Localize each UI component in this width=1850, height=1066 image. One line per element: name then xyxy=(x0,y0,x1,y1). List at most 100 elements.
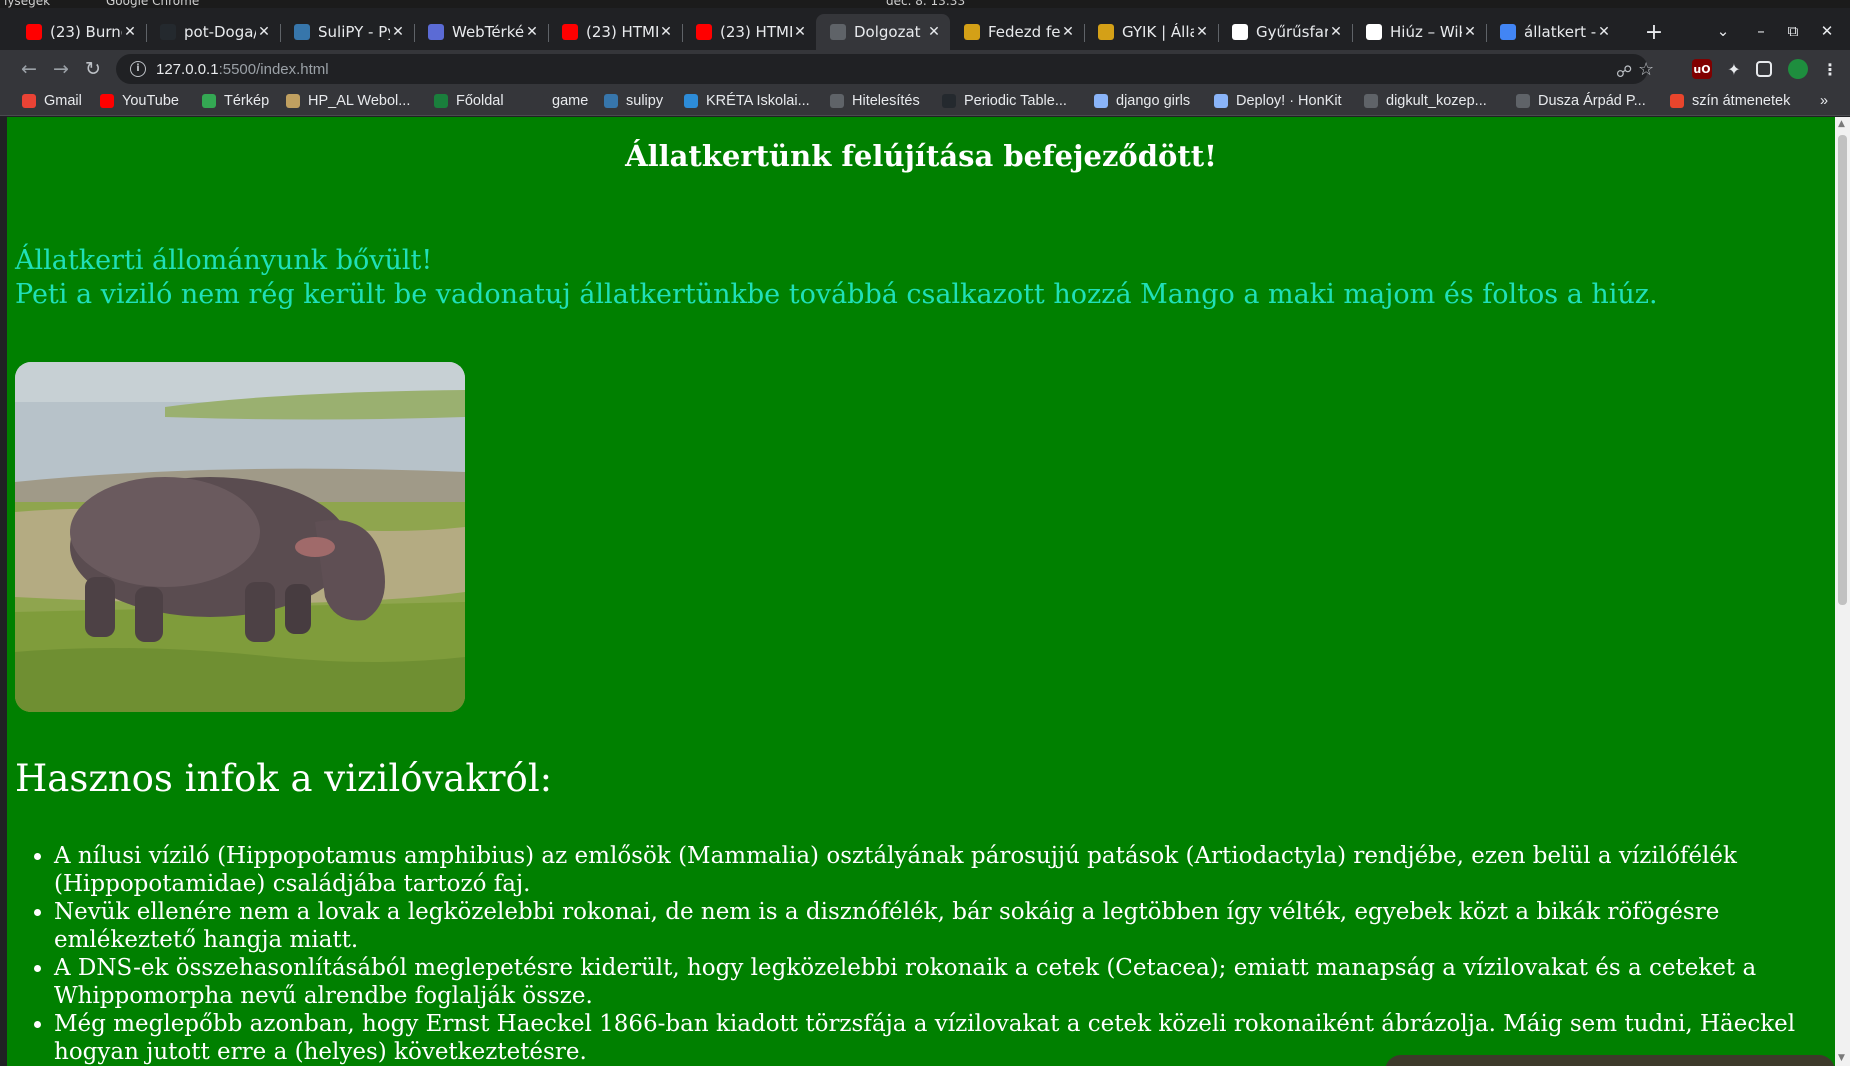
ublock-icon[interactable]: uO xyxy=(1692,59,1712,79)
tab-label: Fedezd fel xyxy=(988,23,1060,41)
reload-icon[interactable]: ↻ xyxy=(80,56,106,82)
bookmark-3[interactable]: HP_AL Webol... xyxy=(286,93,410,109)
bookmark-label: sulipy xyxy=(626,93,664,109)
youtube-icon xyxy=(100,94,114,108)
address-bar[interactable]: i 127.0.0.1:5500/index.html ☍ ☆ xyxy=(116,54,1654,84)
tab-separator xyxy=(682,24,683,42)
tab-label: pot-Doga/ xyxy=(184,23,256,41)
github-icon xyxy=(942,94,956,108)
tab-7[interactable]: Fedezd fel ✕ xyxy=(950,14,1084,50)
bookmark-7[interactable]: KRÉTA Iskolai... xyxy=(684,93,810,109)
facts-list: A nílusi víziló (Hippopotamus amphibius)… xyxy=(54,842,1829,1066)
scrollbar-thumb[interactable] xyxy=(1838,135,1847,605)
close-window-icon[interactable]: ✕ xyxy=(1812,22,1842,40)
tab-0[interactable]: (23) Burno ✕ xyxy=(12,14,146,50)
bookmark-label: Hitelesítés xyxy=(852,93,920,109)
bookmark-label: KRÉTA Iskolai... xyxy=(706,93,810,109)
bookmark-2[interactable]: Térkép xyxy=(202,93,269,109)
bookmark-label: Periodic Table... xyxy=(964,93,1067,109)
bookmark-4[interactable]: Főoldal xyxy=(434,93,504,109)
minimize-icon[interactable]: – xyxy=(1746,22,1776,40)
bookmark-label: Térkép xyxy=(224,93,270,109)
bookmark-12[interactable]: digkult_kozep... xyxy=(1364,93,1487,109)
bookmark-11[interactable]: Deploy! · HonKit xyxy=(1214,93,1342,109)
tab-8[interactable]: GYIK | Álla ✕ xyxy=(1084,14,1218,50)
site-info-icon[interactable]: i xyxy=(130,61,146,77)
bookmarks-overflow-icon[interactable]: » xyxy=(1820,93,1828,109)
tab-2[interactable]: SuliPY - Py ✕ xyxy=(280,14,414,50)
hippo-illustration xyxy=(15,362,465,712)
kreta-icon xyxy=(684,94,698,108)
close-icon[interactable]: ✕ xyxy=(524,24,540,40)
close-icon[interactable]: ✕ xyxy=(1194,24,1210,40)
tab-10[interactable]: Hiúz – Wik ✕ xyxy=(1352,14,1486,50)
extensions-icon[interactable]: ✦ xyxy=(1724,59,1744,79)
gmail-icon xyxy=(22,94,36,108)
bookmark-6[interactable]: sulipy xyxy=(604,93,663,109)
tab-9[interactable]: Gyűrűsfar ✕ xyxy=(1218,14,1352,50)
scroll-down-icon[interactable]: ▼ xyxy=(1838,1053,1845,1063)
close-icon[interactable]: ✕ xyxy=(256,24,272,40)
close-icon[interactable]: ✕ xyxy=(1462,24,1478,40)
forward-icon[interactable]: → xyxy=(48,56,74,82)
google-icon xyxy=(1500,24,1516,40)
tab-label: állatkert - xyxy=(1524,23,1596,41)
bookmark-8[interactable]: Hitelesítés xyxy=(830,93,920,109)
bookmark-10[interactable]: django girls xyxy=(1094,93,1190,109)
side-panel-icon[interactable] xyxy=(1756,61,1772,77)
intro-paragraph: Peti a viziló nem rég került be vadonatu… xyxy=(15,279,1658,310)
share-icon[interactable]: ☍ xyxy=(1616,62,1632,81)
tab-search-icon[interactable]: ⌄ xyxy=(1708,22,1738,40)
tab-3[interactable]: WebTérké ✕ xyxy=(414,14,548,50)
tab-label: (23) HTML xyxy=(586,23,658,41)
back-icon[interactable]: ← xyxy=(16,56,42,82)
news-subheading: Állatkerti állományunk bővült! xyxy=(15,245,433,276)
tab-11[interactable]: állatkert - ✕ xyxy=(1486,14,1620,50)
close-icon[interactable]: ✕ xyxy=(926,24,942,40)
tab-1[interactable]: pot-Doga/✕ xyxy=(146,14,280,50)
close-icon[interactable]: ✕ xyxy=(658,24,674,40)
profile-avatar-icon[interactable] xyxy=(1788,59,1808,79)
bookmark-0[interactable]: Gmail xyxy=(22,93,82,109)
close-icon[interactable]: ✕ xyxy=(792,24,808,40)
close-icon[interactable]: ✕ xyxy=(1060,24,1076,40)
page-scrollbar[interactable]: ▲ ▼ xyxy=(1835,117,1850,1066)
os-datetime: dec. 8. 13:33 xyxy=(886,0,966,8)
zoo-icon xyxy=(1098,24,1114,40)
youtube-icon xyxy=(696,24,712,40)
tab-label: (23) Burno xyxy=(50,23,122,41)
tab-label: Dolgozat xyxy=(854,23,921,41)
bookmark-5[interactable]: game xyxy=(530,93,588,109)
tab-separator xyxy=(1352,24,1353,42)
youtube-icon xyxy=(26,24,42,40)
bookmark-14[interactable]: szín átmenetek xyxy=(1670,93,1790,109)
web-page: Állatkertünk felújítása befejeződött! Ál… xyxy=(7,117,1835,1066)
restore-icon[interactable]: ⧉ xyxy=(1778,22,1808,40)
tab-6[interactable]: Dolgozat ✕ xyxy=(816,14,950,50)
scroll-up-icon[interactable]: ▲ xyxy=(1838,119,1845,129)
bookmark-13[interactable]: Dusza Árpád P... xyxy=(1516,93,1646,109)
globe-icon xyxy=(1364,94,1378,108)
new-tab-button[interactable]: + xyxy=(1640,20,1668,48)
bookmark-label: Gmail xyxy=(44,93,82,109)
tab-4[interactable]: (23) HTML ✕ xyxy=(548,14,682,50)
bookmark-1[interactable]: YouTube xyxy=(100,93,179,109)
menu-dots-icon[interactable]: ⋮ xyxy=(1820,59,1840,79)
tab-label: Hiúz – Wik xyxy=(1390,23,1462,41)
page-title: Állatkertünk felújítása befejeződött! xyxy=(625,139,1217,173)
close-icon[interactable]: ✕ xyxy=(1328,24,1344,40)
bookmark-label: django girls xyxy=(1116,93,1191,109)
close-icon[interactable]: ✕ xyxy=(390,24,406,40)
os-app-name: Google Chrome xyxy=(106,0,200,8)
os-top-bar: lységek Google Chrome dec. 8. 13:33 xyxy=(0,0,1850,8)
url-text[interactable]: 127.0.0.1:5500/index.html xyxy=(156,61,329,78)
tab-separator xyxy=(1084,24,1085,42)
close-icon[interactable]: ✕ xyxy=(122,24,138,40)
bookmark-star-icon[interactable]: ☆ xyxy=(1638,59,1654,80)
tab-separator xyxy=(1486,24,1487,42)
bookmark-9[interactable]: Periodic Table... xyxy=(942,93,1067,109)
browser-toolbar: ← → ↻ i 127.0.0.1:5500/index.html ☍ ☆ uO… xyxy=(0,50,1850,88)
tab-strip: (23) Burno ✕ pot-Doga/✕ SuliPY - Py ✕ WebTérk… xyxy=(0,8,1850,50)
tab-5[interactable]: (23) HTML ✕ xyxy=(682,14,816,50)
close-icon[interactable]: ✕ xyxy=(1596,24,1612,40)
